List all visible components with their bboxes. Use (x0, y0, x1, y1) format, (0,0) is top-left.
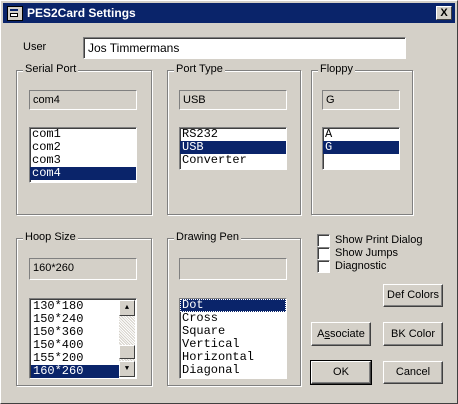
title-bar[interactable]: PES2Card Settings X (3, 3, 455, 23)
close-icon: X (440, 7, 448, 19)
bk-color-button[interactable]: BK Color (383, 322, 443, 346)
associate-button[interactable]: Associate (311, 322, 371, 346)
list-item-selected[interactable]: 160*260 (31, 365, 119, 378)
hoop-size-scrollbar[interactable]: ▲ ▼ (119, 300, 135, 377)
hoop-size-title: Hoop Size (23, 231, 78, 243)
diagnostic-label[interactable]: Diagnostic (335, 260, 386, 272)
associate-label-rest: sociate (329, 328, 365, 340)
cancel-button[interactable]: Cancel (383, 361, 443, 384)
port-type-title: Port Type (174, 63, 225, 75)
drawing-pen-title: Drawing Pen (174, 231, 241, 243)
list-item[interactable]: A (323, 128, 399, 141)
floppy-current: G (322, 90, 400, 110)
drawing-pen-current (179, 258, 287, 280)
user-input[interactable]: Jos Timmermans (83, 37, 406, 59)
settings-dialog: PES2Card Settings X User Jos Timmermans … (0, 0, 458, 404)
drawing-pen-list[interactable]: Dot Cross Square Vertical Horizontal Dia… (179, 298, 287, 379)
arrow-up-icon: ▲ (124, 304, 130, 312)
serial-port-title: Serial Port (23, 63, 79, 75)
serial-port-current: com4 (29, 90, 137, 110)
list-item[interactable]: Converter (180, 154, 286, 167)
user-label: User (23, 41, 47, 53)
def-colors-button[interactable]: Def Colors (383, 284, 443, 307)
close-button[interactable]: X (436, 6, 452, 20)
list-item-selected[interactable]: com4 (30, 167, 136, 180)
arrow-down-icon: ▼ (124, 365, 130, 373)
serial-port-list[interactable]: com1 com2 com3 com4 (29, 127, 137, 183)
diagnostic-checkbox[interactable] (317, 260, 330, 273)
ok-button[interactable]: OK (310, 360, 372, 385)
port-type-list[interactable]: RS232 USB Converter (179, 127, 287, 170)
port-type-current: USB (179, 90, 287, 110)
show-jumps-checkbox[interactable] (317, 247, 330, 260)
app-icon (7, 6, 23, 21)
window-title: PES2Card Settings (27, 6, 136, 20)
scroll-up-button[interactable]: ▲ (119, 300, 135, 316)
hoop-size-list[interactable]: 130*180 150*240 150*360 150*400 155*200 … (29, 298, 137, 379)
hoop-size-current: 160*260 (29, 258, 137, 280)
floppy-list[interactable]: A G (322, 127, 400, 170)
list-item[interactable]: Diagonal (180, 364, 286, 377)
list-item-selected[interactable]: G (323, 141, 399, 154)
show-print-dialog-checkbox[interactable] (317, 234, 330, 247)
scroll-down-button[interactable]: ▼ (119, 361, 135, 377)
floppy-title: Floppy (318, 63, 356, 75)
show-print-dialog-label[interactable]: Show Print Dialog (335, 234, 422, 246)
show-jumps-label[interactable]: Show Jumps (335, 247, 398, 259)
scroll-thumb[interactable] (119, 345, 135, 359)
